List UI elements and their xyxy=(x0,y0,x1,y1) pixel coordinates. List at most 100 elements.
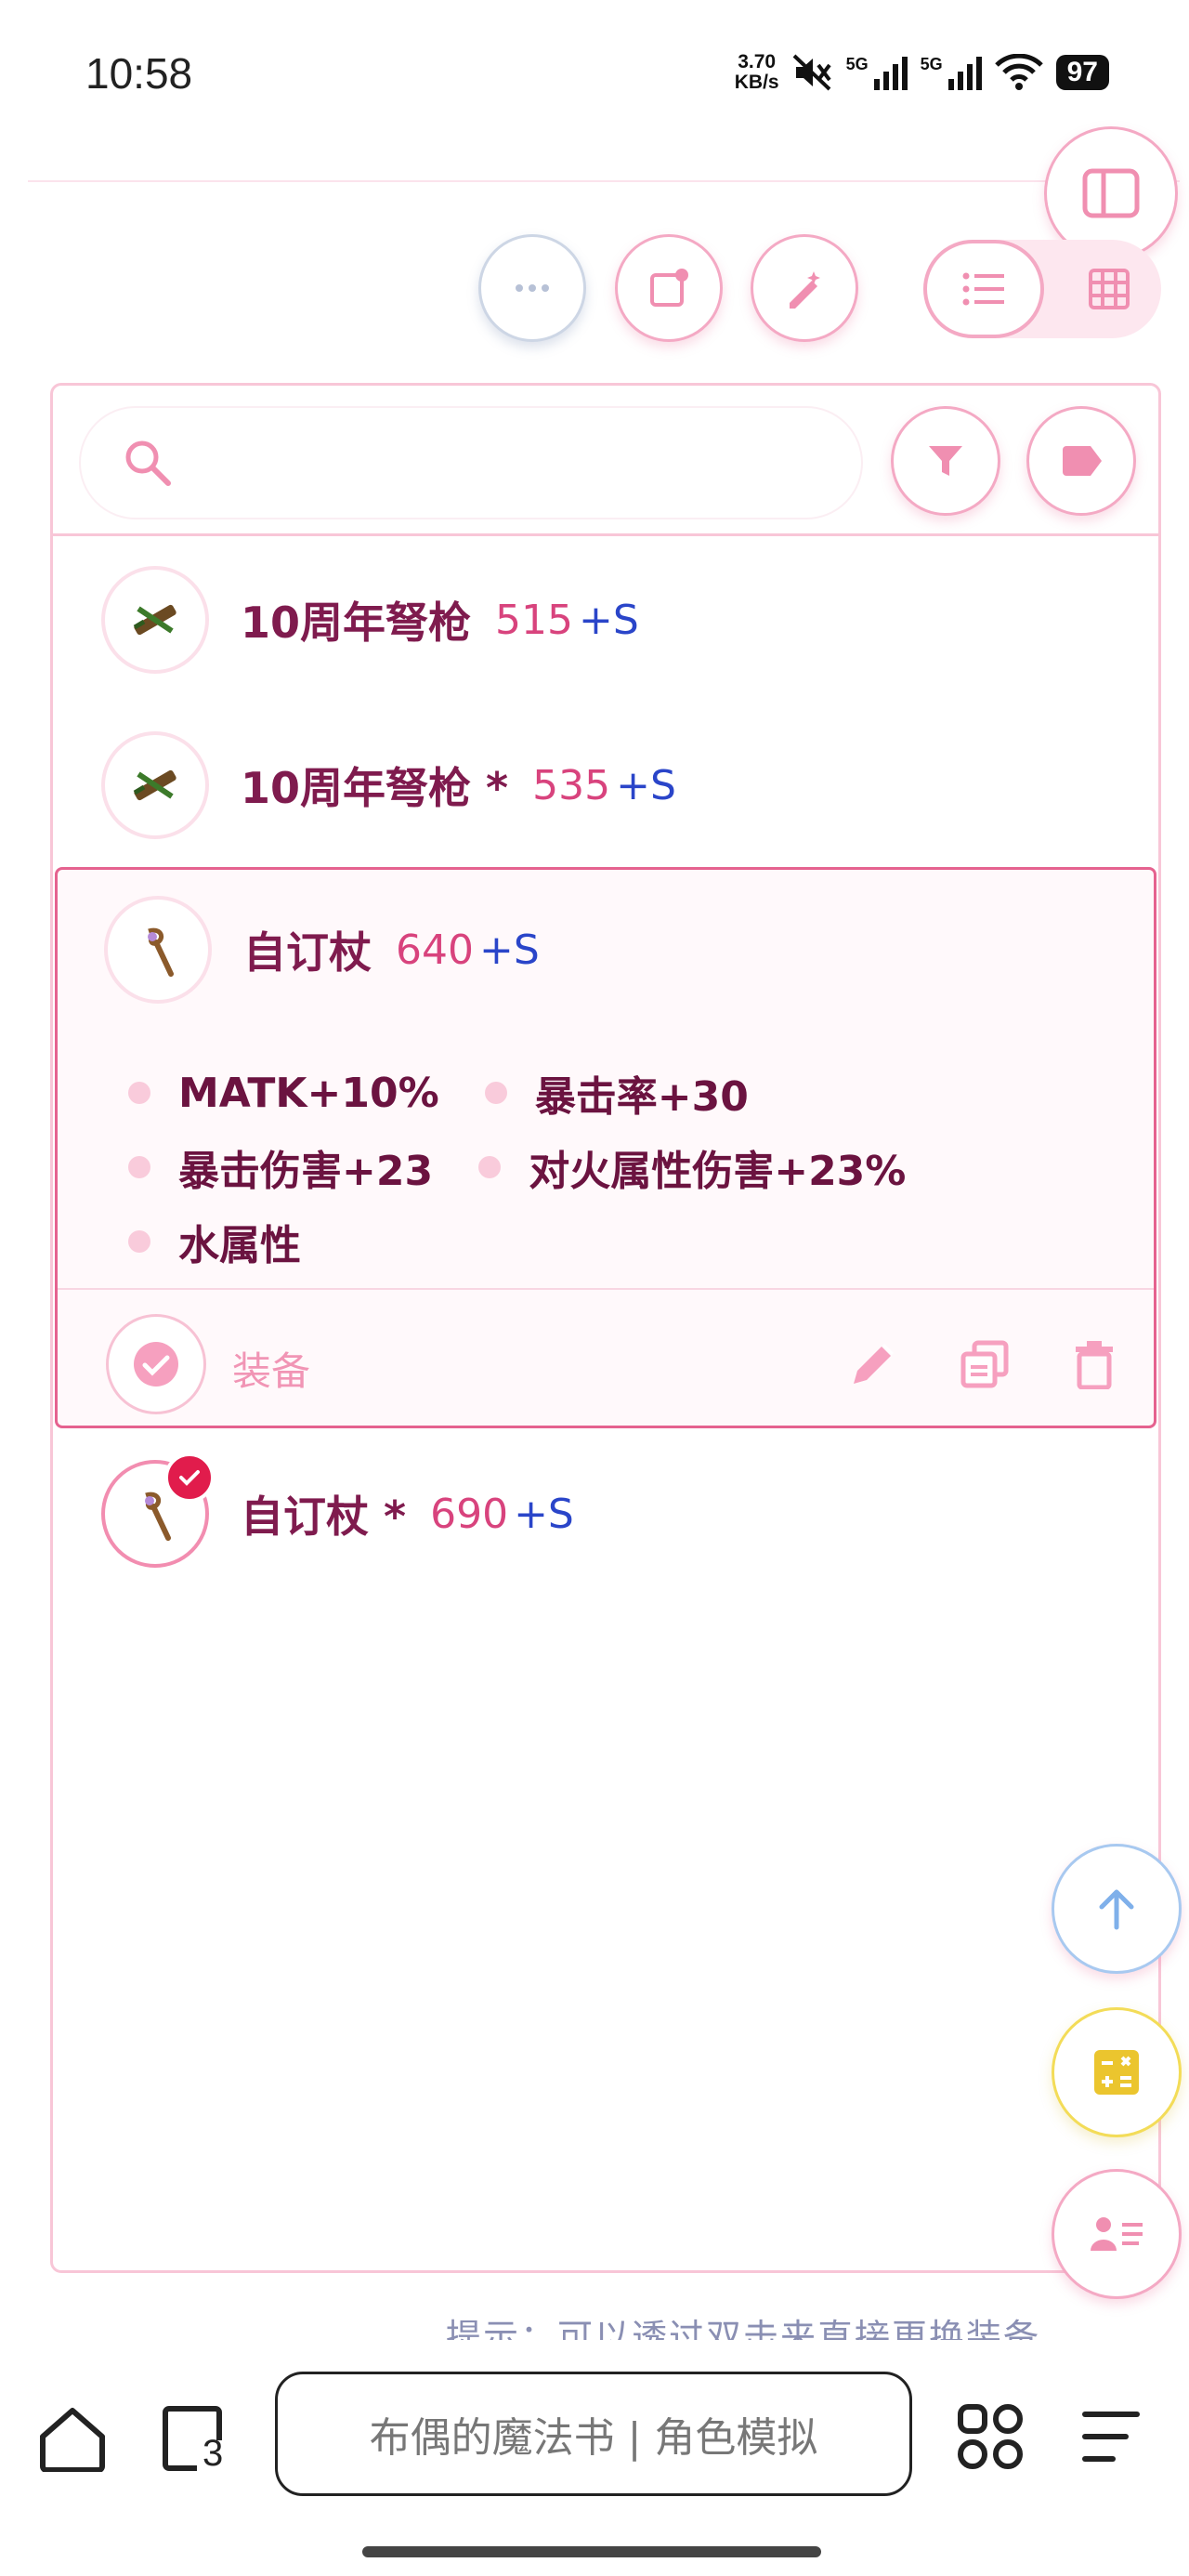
item-bonus: +S xyxy=(514,1490,574,1538)
check-icon xyxy=(179,1470,200,1486)
item-value: 515 xyxy=(495,596,573,644)
trash-icon xyxy=(1076,1341,1113,1389)
edit-magic-button[interactable] xyxy=(751,234,858,342)
equip-button[interactable] xyxy=(106,1314,206,1414)
item-bonus: +S xyxy=(478,926,540,974)
stat-text: 水属性 xyxy=(178,1222,301,1269)
home-indicator[interactable] xyxy=(362,2546,821,2557)
net-speed: 3.70 KB/s xyxy=(735,52,779,93)
search-input[interactable] xyxy=(79,406,863,519)
header-divider xyxy=(28,180,1180,182)
item-bonus: +S xyxy=(616,761,676,809)
battery-indicator: 97 xyxy=(1055,55,1109,90)
tabs-button[interactable]: 3 xyxy=(160,2405,229,2474)
item-name: 10周年弩枪 * xyxy=(241,763,509,813)
status-icons: 3.70 KB/s 5G 5G 97 xyxy=(735,52,1109,93)
crossbow-icon xyxy=(133,769,176,801)
arrow-up-icon xyxy=(1099,1889,1134,1930)
signal-1-icon: 5G xyxy=(846,55,908,90)
wifi-icon xyxy=(994,54,1043,90)
stat-text: 暴击伤害+23 xyxy=(178,1148,434,1195)
edit-button[interactable] xyxy=(836,1327,910,1401)
item-value: 640 xyxy=(396,926,474,974)
stat-entry: 对火属性伤害+23% xyxy=(478,1130,906,1204)
list-view-button[interactable] xyxy=(923,240,1044,338)
status-time: 10:58 xyxy=(85,49,193,98)
check-circle-icon xyxy=(134,1342,178,1387)
apps-icon[interactable] xyxy=(957,2403,1024,2470)
stat-entry: MATK+10% xyxy=(128,1056,439,1130)
item-name: 自订杖 xyxy=(243,927,372,978)
more-dots-icon xyxy=(516,284,549,292)
equipment-panel: 10周年弩枪 515 +S 10周年弩枪 * 535 +S 自订杖 640 +S… xyxy=(50,383,1161,2273)
list-item[interactable]: 自订杖 * 690 +S xyxy=(53,1452,1158,1568)
equipped-badge xyxy=(164,1452,215,1503)
contact-card-icon xyxy=(1091,2217,1143,2251)
bullet xyxy=(478,1156,502,1178)
list-item[interactable]: 10周年弩枪 515 +S xyxy=(53,566,1158,674)
net-speed-value: 3.70 xyxy=(738,51,777,72)
bullet xyxy=(128,1156,150,1178)
profile-card-button[interactable] xyxy=(1052,2169,1182,2299)
expanded-item[interactable]: 自订杖 640 +S MATK+10% 暴击率+30 暴击伤害+23 对火属性伤… xyxy=(55,867,1156,1428)
pencil-icon xyxy=(854,1343,895,1384)
item-name: 自订杖 * xyxy=(241,1492,407,1542)
stat-text: 对火属性伤害+23% xyxy=(529,1148,907,1195)
crossbow-icon xyxy=(133,604,176,636)
hint-text: 提示：可以透过双击来直接更换装备 xyxy=(446,2317,1041,2340)
stat-entry: 暴击伤害+23 xyxy=(128,1130,433,1204)
net-speed-unit: KB/s xyxy=(734,72,779,93)
calculator-icon xyxy=(1094,2050,1139,2095)
new-note-button[interactable] xyxy=(615,234,723,342)
copy-icon xyxy=(960,1340,1009,1388)
note-badge-icon xyxy=(650,269,688,307)
page-title: 布偶的魔法书 | 角色模拟 xyxy=(369,2414,818,2462)
staff-icon xyxy=(148,927,174,977)
sim1-label: 5G xyxy=(845,55,869,73)
calculator-button[interactable] xyxy=(1052,2007,1182,2137)
stat-text: MATK+10% xyxy=(178,1069,439,1117)
item-value: 535 xyxy=(532,761,611,809)
view-toggle xyxy=(923,240,1161,338)
item-stats: MATK+10% 暴击率+30 暴击伤害+23 对火属性伤害+23% 水属性 xyxy=(128,1056,1104,1279)
scroll-top-button[interactable] xyxy=(1052,1844,1182,1974)
grid-icon xyxy=(1089,269,1130,309)
item-value: 690 xyxy=(430,1490,509,1538)
filter-icon xyxy=(929,446,962,476)
bullet xyxy=(484,1082,507,1104)
item-avatar xyxy=(101,566,209,674)
bullet xyxy=(128,1082,150,1104)
stat-text: 暴击率+30 xyxy=(534,1073,749,1121)
divider xyxy=(58,1288,1154,1290)
stat-entry: 暴击率+30 xyxy=(484,1056,749,1130)
tab-count: 3 xyxy=(203,2433,224,2474)
bullet xyxy=(128,1230,150,1253)
item-bonus: +S xyxy=(579,596,639,644)
list-icon xyxy=(962,272,1004,306)
home-icon[interactable] xyxy=(37,2405,108,2472)
expanded-item-header: 自订杖 640 +S xyxy=(58,896,1154,1004)
stat-entry: 水属性 xyxy=(128,1204,301,1279)
signal-2-icon: 5G xyxy=(921,55,982,90)
filter-button[interactable] xyxy=(891,406,1000,516)
magic-wand-icon xyxy=(790,271,820,309)
item-avatar xyxy=(104,896,212,1004)
grid-view-button[interactable] xyxy=(1063,240,1156,338)
menu-icon[interactable] xyxy=(1081,2407,1141,2466)
list-item[interactable]: 10周年弩枪 * 535 +S xyxy=(53,731,1158,839)
address-bar[interactable]: 布偶的魔法书 | 角色模拟 xyxy=(275,2372,912,2496)
copy-button[interactable] xyxy=(947,1327,1022,1401)
delete-button[interactable] xyxy=(1057,1327,1131,1401)
browser-bottom-bar: 3 布偶的魔法书 | 角色模拟 xyxy=(0,2351,1189,2576)
item-avatar xyxy=(101,1452,215,1568)
sim2-label: 5G xyxy=(920,55,943,73)
equip-label[interactable]: 装备 xyxy=(232,1340,310,1397)
search-row xyxy=(53,386,1158,536)
sidebar-panel-icon xyxy=(1082,168,1140,218)
tag-icon xyxy=(1063,446,1102,476)
tag-button[interactable] xyxy=(1026,406,1136,516)
item-avatar xyxy=(101,731,209,839)
item-name: 10周年弩枪 xyxy=(241,598,472,648)
search-icon xyxy=(125,440,171,486)
more-button[interactable] xyxy=(478,234,586,342)
